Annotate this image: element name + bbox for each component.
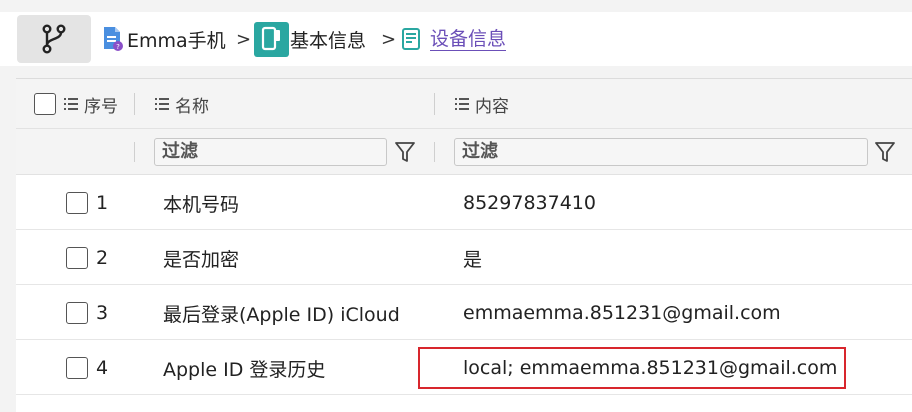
svg-text:?: ?: [116, 43, 120, 51]
phone-report-icon: ?: [104, 27, 123, 51]
filter-icon[interactable]: [394, 140, 416, 164]
breadcrumb-bar: ? Emma手机 > 基本信息 > 设备信息: [0, 12, 912, 66]
branch-icon: [42, 24, 66, 54]
document-icon: [402, 28, 420, 50]
filter-row: 过滤 过滤: [16, 129, 912, 175]
column-header-label: 内容: [475, 96, 509, 117]
row-name: Apple ID 登录历史: [163, 358, 326, 381]
breadcrumb-separator: >: [381, 28, 397, 50]
breadcrumb-label: Emma手机: [127, 29, 226, 52]
row-index: 1: [96, 192, 109, 214]
list-icon: [455, 98, 469, 110]
row-index: 3: [96, 302, 109, 324]
column-header-label: 名称: [175, 96, 209, 117]
row-index: 4: [96, 357, 109, 379]
table-row[interactable]: 2 是否加密 是: [16, 231, 912, 285]
filter-icon[interactable]: [874, 140, 896, 164]
row-checkbox[interactable]: [66, 192, 88, 214]
column-divider: [134, 142, 135, 162]
row-name: 本机号码: [163, 193, 240, 216]
column-divider[interactable]: [134, 93, 135, 115]
phone-info-icon: [254, 21, 289, 57]
list-icon: [64, 98, 78, 110]
breadcrumb-item-emma-phone[interactable]: ? Emma手机: [102, 12, 226, 66]
column-header-name[interactable]: 名称: [155, 79, 209, 129]
row-name: 是否加密: [163, 248, 240, 271]
list-icon: [155, 98, 169, 110]
select-all-checkbox[interactable]: [34, 93, 56, 115]
table-header: 序号 名称 内容: [16, 79, 912, 129]
row-content: 是: [463, 248, 483, 271]
row-content: emmaemma.851231@gmail.com: [463, 302, 781, 324]
row-checkbox[interactable]: [66, 357, 88, 379]
row-content: 85297837410: [463, 192, 596, 214]
breadcrumb-item-basic-info[interactable]: 基本信息: [254, 12, 366, 66]
breadcrumb-label: 基本信息: [290, 29, 367, 52]
content-filter-input[interactable]: 过滤: [454, 138, 868, 166]
row-name: 最后登录(Apple ID) iCloud: [163, 303, 400, 326]
highlight-box: [418, 347, 846, 389]
column-header-content[interactable]: 内容: [455, 79, 509, 129]
branch-button[interactable]: [17, 15, 91, 63]
breadcrumb-label-active[interactable]: 设备信息: [430, 28, 507, 51]
table-row[interactable]: 1 本机号码 85297837410: [16, 176, 912, 230]
row-checkbox[interactable]: [66, 247, 88, 269]
row-index: 2: [96, 247, 109, 269]
column-divider: [434, 142, 435, 162]
table-row[interactable]: 3 最后登录(Apple ID) iCloud emmaemma.851231@…: [16, 286, 912, 340]
column-header-label: 序号: [84, 96, 118, 117]
breadcrumb-item-device-info[interactable]: 设备信息: [400, 12, 507, 66]
row-checkbox[interactable]: [66, 302, 88, 324]
breadcrumb-separator: >: [236, 28, 252, 50]
column-divider[interactable]: [434, 93, 435, 115]
name-filter-input[interactable]: 过滤: [154, 138, 387, 166]
data-table: 序号 名称 内容 过滤 过滤 1 本机号码 85297837410 2 是否加密…: [16, 78, 912, 412]
column-header-index[interactable]: 序号: [64, 79, 118, 129]
